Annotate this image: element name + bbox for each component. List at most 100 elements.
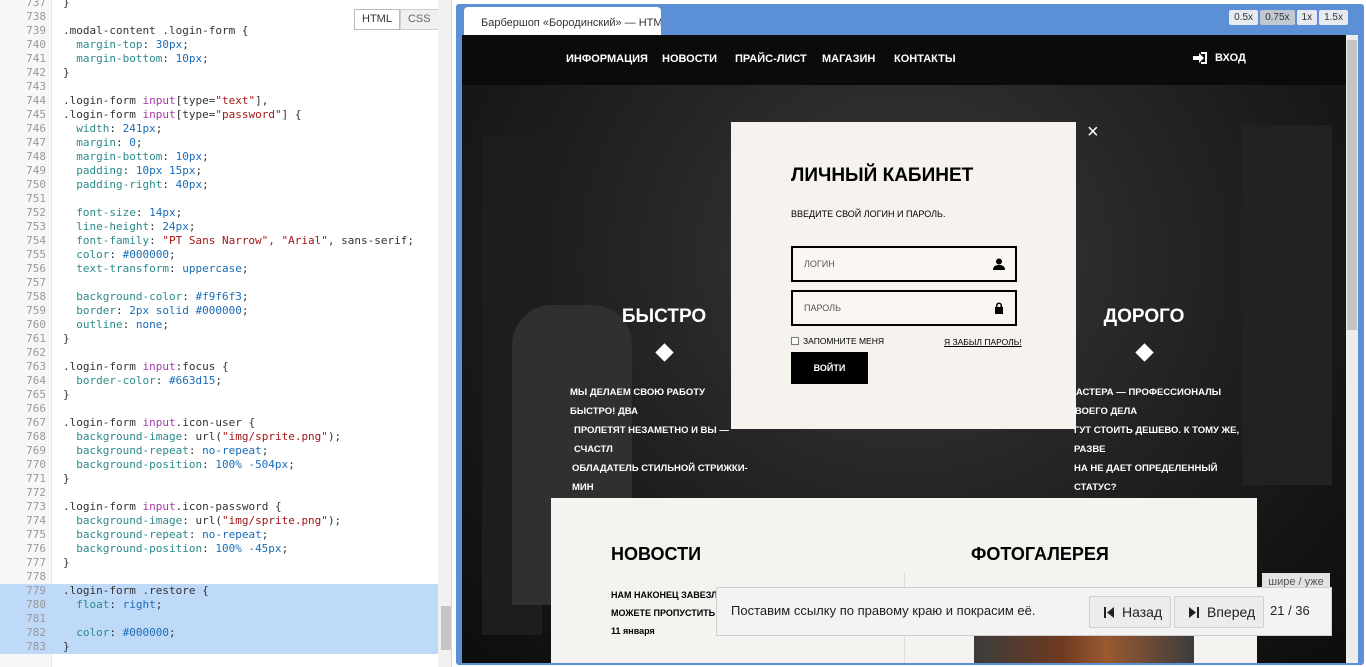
- code-line[interactable]: 771}: [0, 472, 438, 486]
- login-link[interactable]: ВХОД: [1193, 52, 1246, 64]
- code-token: );: [327, 430, 342, 443]
- password-placeholder: ПАРОЛЬ: [804, 303, 841, 313]
- zoom-button[interactable]: 0.5x: [1229, 10, 1259, 25]
- code-line[interactable]: 749 padding: 10px 15px;: [0, 164, 438, 178]
- code-token: ;: [168, 248, 176, 261]
- code-line[interactable]: 758 background-color: #f9f6f3;: [0, 290, 438, 304]
- code-line[interactable]: 743: [0, 80, 438, 94]
- line-code: }: [63, 640, 70, 654]
- editor-scrollbar[interactable]: [438, 0, 451, 667]
- code-line[interactable]: 763 .login-form input:focus {: [0, 360, 438, 374]
- forward-button[interactable]: Вперед: [1174, 596, 1264, 628]
- code-line[interactable]: 762: [0, 346, 438, 360]
- code-line[interactable]: 740 margin-top: 30px;: [0, 38, 438, 52]
- code-token: :: [122, 164, 136, 177]
- code-line[interactable]: 748 margin-bottom: 10px;: [0, 150, 438, 164]
- code-line[interactable]: 742}: [0, 66, 438, 80]
- zoom-button[interactable]: 1.5x: [1319, 10, 1348, 25]
- code-token: :: [202, 458, 216, 471]
- code-token: float: [63, 598, 110, 611]
- line-number: 764: [26, 374, 46, 387]
- nav-item-contacts[interactable]: КОНТАКТЫ: [894, 53, 956, 65]
- code-token: .modal-content .login-form {: [63, 24, 249, 37]
- code-token: #663d15: [168, 374, 216, 387]
- code-lines[interactable]: 737} 738 739 .modal-content .login-form {74…: [0, 0, 438, 654]
- code-token: outline: [63, 318, 123, 331]
- preview-tab[interactable]: Барбершоп «Бородинский» — HTML: [464, 7, 661, 38]
- code-line[interactable]: 777}: [0, 556, 438, 570]
- code-line[interactable]: 774 background-image: url("img/sprite.pn…: [0, 514, 438, 528]
- nav-item-info[interactable]: ИНФОРМАЦИЯ: [566, 53, 648, 65]
- line-code: background-repeat: no-repeat;: [63, 444, 268, 458]
- code-line[interactable]: 759 border: 2px solid #000000;: [0, 304, 438, 318]
- code-line[interactable]: 769 background-repeat: no-repeat;: [0, 444, 438, 458]
- html-tab[interactable]: HTML: [354, 9, 400, 30]
- submit-button[interactable]: ВОЙТИ: [791, 352, 868, 384]
- code-line[interactable]: 775 background-repeat: no-repeat;: [0, 528, 438, 542]
- code-line[interactable]: 745 .login-form input[type="password"] {: [0, 108, 438, 122]
- code-token: :: [155, 374, 169, 387]
- code-line[interactable]: 780 float: right;: [0, 598, 438, 612]
- code-line[interactable]: 767 .login-form input.icon-user {: [0, 416, 438, 430]
- code-line[interactable]: 750 padding-right: 40px;: [0, 178, 438, 192]
- preview-scroll-thumb[interactable]: [1347, 40, 1357, 330]
- code-line[interactable]: 756 text-transform: uppercase;: [0, 262, 438, 276]
- code-line[interactable]: 753 line-height: 24px;: [0, 220, 438, 234]
- line-code: line-height: 24px;: [63, 220, 195, 234]
- remember-me-checkbox[interactable]: ЗАПОМНИТЕ МЕНЯ: [791, 336, 884, 346]
- code-line[interactable]: 765}: [0, 388, 438, 402]
- nav-item-price[interactable]: ПРАЙС-ЛИСТ: [735, 53, 807, 65]
- code-line[interactable]: 768 background-image: url("img/sprite.pn…: [0, 430, 438, 444]
- code-line[interactable]: 741 margin-bottom: 10px;: [0, 52, 438, 66]
- nav-item-news[interactable]: НОВОСТИ: [662, 53, 717, 65]
- css-tab[interactable]: CSS: [399, 9, 439, 30]
- nav-item-shop[interactable]: МАГАЗИН: [822, 53, 875, 65]
- code-line[interactable]: 779 .login-form .restore {: [0, 584, 438, 598]
- code-line[interactable]: 770 background-position: 100% -504px;: [0, 458, 438, 472]
- code-line[interactable]: 776 background-position: 100% -45px;: [0, 542, 438, 556]
- password-input[interactable]: ПАРОЛЬ: [791, 290, 1017, 326]
- editor-scroll-thumb[interactable]: [441, 606, 451, 650]
- line-code: background-position: 100% -45px;: [63, 542, 288, 556]
- zoom-button[interactable]: 1x: [1296, 10, 1318, 25]
- zoom-button[interactable]: 0.75x: [1260, 10, 1295, 25]
- line-number: 774: [26, 514, 46, 527]
- code-token: ;: [155, 122, 163, 135]
- code-line[interactable]: 754 font-family: "PT Sans Narrow", "Aria…: [0, 234, 438, 248]
- code-line[interactable]: 757: [0, 276, 438, 290]
- forgot-password-link[interactable]: Я ЗАБЫЛ ПАРОЛЬ!: [944, 337, 1022, 347]
- line-number: 769: [26, 444, 46, 457]
- code-token: 100% -45px: [215, 542, 282, 555]
- code-editor[interactable]: 737} 738 739 .modal-content .login-form {74…: [0, 0, 452, 667]
- code-line[interactable]: 760 outline: none;: [0, 318, 438, 332]
- code-line[interactable]: 782 color: #000000;: [0, 626, 438, 640]
- close-icon[interactable]: ×: [1087, 122, 1099, 142]
- code-token: 241px: [122, 122, 156, 135]
- code-line[interactable]: 752 font-size: 14px;: [0, 206, 438, 220]
- code-line[interactable]: 747 margin: 0;: [0, 136, 438, 150]
- line-number: 768: [26, 430, 46, 443]
- code-line[interactable]: 755 color: #000000;: [0, 248, 438, 262]
- code-line[interactable]: 772: [0, 486, 438, 500]
- code-token: background-image: [63, 430, 183, 443]
- preview-viewport: ИНФОРМАЦИЯ НОВОСТИ ПРАЙС-ЛИСТ МАГАЗИН КО…: [462, 35, 1358, 663]
- code-line[interactable]: 778: [0, 570, 438, 584]
- code-line[interactable]: 766: [0, 402, 438, 416]
- code-token: :: [149, 234, 163, 247]
- code-line[interactable]: 783}: [0, 640, 438, 654]
- code-line[interactable]: 746 width: 241px;: [0, 122, 438, 136]
- checkbox-box[interactable]: [791, 337, 799, 345]
- login-input[interactable]: ЛОГИН: [791, 246, 1017, 282]
- code-token: #f9f6f3: [195, 290, 242, 303]
- back-button[interactable]: Назад: [1089, 596, 1171, 628]
- line-code: color: #000000;: [63, 626, 175, 640]
- code-line[interactable]: 781: [0, 612, 438, 626]
- code-line[interactable]: 751: [0, 192, 438, 206]
- code-token: }: [63, 472, 70, 485]
- code-line[interactable]: 761}: [0, 332, 438, 346]
- code-line[interactable]: 773 .login-form input.icon-password {: [0, 500, 438, 514]
- code-line[interactable]: 764 border-color: #663d15;: [0, 374, 438, 388]
- code-token: "password": [215, 108, 282, 121]
- line-code: background-repeat: no-repeat;: [63, 528, 268, 542]
- code-line[interactable]: 744 .login-form input[type="text"],: [0, 94, 438, 108]
